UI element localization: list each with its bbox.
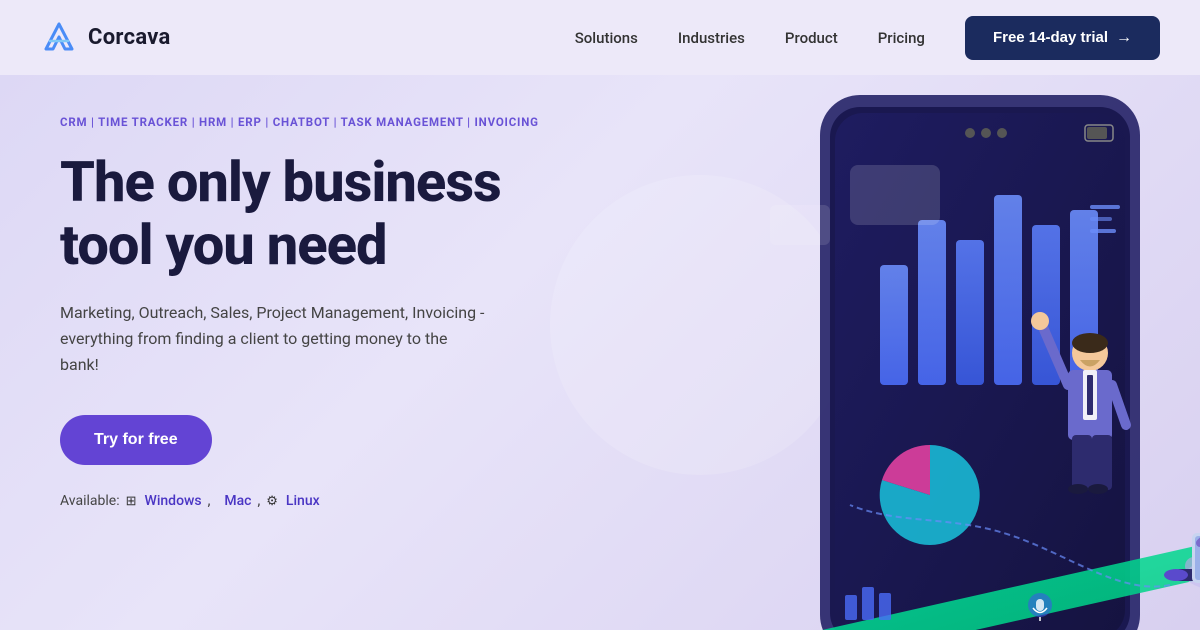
platform-row: Available: ⊞ Windows, Mac, ⚙ Linux — [60, 493, 539, 509]
logo-icon — [40, 19, 78, 57]
try-for-free-button[interactable]: Try for free — [60, 415, 212, 465]
nav-industries[interactable]: Industries — [678, 29, 745, 47]
logo-text: Corcava — [88, 25, 171, 50]
hero-description: Marketing, Outreach, Sales, Project Mana… — [60, 300, 490, 377]
linux-link[interactable]: Linux — [286, 493, 320, 509]
hero-section: CRM | TIME TRACKER | HRM | ERP | CHATBOT… — [0, 75, 1200, 630]
windows-link[interactable]: Windows — [145, 493, 202, 509]
available-label: Available: — [60, 493, 120, 509]
main-nav: Solutions Industries Product Pricing Fre… — [575, 16, 1160, 60]
nav-pricing[interactable]: Pricing — [878, 29, 925, 47]
arrow-icon: → — [1116, 29, 1132, 47]
hero-heading: The only business tool you need — [60, 151, 539, 276]
windows-icon: ⊞ — [126, 494, 137, 509]
nav-product[interactable]: Product — [785, 29, 838, 47]
hero-illustration — [520, 75, 1200, 630]
header: Corcava Solutions Industries Product Pri… — [0, 0, 1200, 75]
logo-area: Corcava — [40, 19, 171, 57]
free-trial-button[interactable]: Free 14-day trial → — [965, 16, 1160, 60]
tagline: CRM | TIME TRACKER | HRM | ERP | CHATBOT… — [60, 115, 539, 129]
hero-content: CRM | TIME TRACKER | HRM | ERP | CHATBOT… — [0, 75, 579, 630]
linux-icon: ⚙ — [266, 494, 278, 509]
mac-link[interactable]: Mac — [224, 493, 251, 509]
nav-solutions[interactable]: Solutions — [575, 29, 638, 47]
